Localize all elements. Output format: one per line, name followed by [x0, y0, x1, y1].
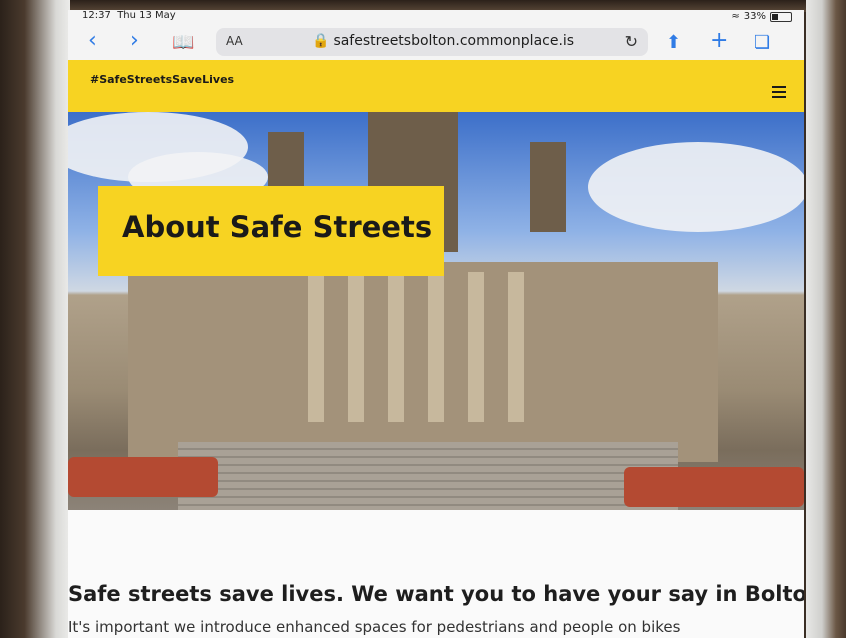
photo-right-edge: [806, 0, 846, 638]
text-size-button[interactable]: AA: [226, 34, 243, 48]
status-bar: 12:37 Thu 13 May ≈ 33%: [68, 10, 804, 24]
pillar: [308, 272, 324, 422]
page-headline: Safe streets save lives. We want you to …: [68, 582, 804, 606]
tablet-screen: 12:37 Thu 13 May ≈ 33% ‹ › 📖 AA 🔒 safestr…: [68, 10, 804, 638]
battery-icon: [770, 11, 792, 22]
chevron-left-icon[interactable]: ‹: [88, 30, 97, 52]
hero-image: About Safe Streets: [68, 112, 804, 510]
hero-title: About Safe Streets: [122, 210, 433, 244]
right-turret: [530, 142, 566, 232]
lock-icon: 🔒: [312, 33, 330, 49]
cloud-shape: [588, 142, 804, 232]
town-hall-building: [128, 262, 718, 462]
status-right-group: ≈ 33%: [731, 11, 792, 22]
reload-icon[interactable]: ↻: [625, 32, 638, 51]
chevron-right-icon[interactable]: ›: [130, 30, 139, 52]
site-header: #SafeStreetsSaveLives: [68, 60, 804, 112]
address-bar[interactable]: AA 🔒 safestreetsbolton.commonplace.is ↻: [216, 28, 648, 56]
tabs-icon[interactable]: ❏: [754, 32, 770, 54]
pillar: [428, 272, 444, 422]
hamburger-menu-icon[interactable]: [772, 86, 786, 101]
url-field[interactable]: 🔒 safestreetsbolton.commonplace.is: [312, 33, 574, 49]
plus-icon[interactable]: +: [710, 30, 728, 52]
content-section: Safe streets save lives. We want you to …: [68, 510, 804, 638]
pillar: [508, 272, 524, 422]
photo-left-edge: [0, 0, 70, 638]
pillar: [388, 272, 404, 422]
flower-bed: [68, 457, 218, 497]
hashtag-link[interactable]: #SafeStreetsSaveLives: [90, 73, 234, 86]
steps: [178, 442, 678, 510]
share-icon[interactable]: ⬆: [666, 32, 681, 54]
status-date: Thu 13 May: [117, 10, 176, 21]
url-text: safestreetsbolton.commonplace.is: [333, 33, 575, 49]
flower-bed: [624, 467, 804, 507]
pillar: [348, 272, 364, 422]
book-icon[interactable]: 📖: [172, 32, 194, 54]
left-turret: [268, 132, 304, 192]
pillar: [468, 272, 484, 422]
intro-paragraph: It's important we introduce enhanced spa…: [68, 618, 681, 636]
hero-title-box: About Safe Streets: [98, 186, 444, 276]
battery-percent: 33%: [743, 11, 766, 22]
wifi-icon: ≈: [731, 11, 740, 22]
status-time: 12:37 Thu 13 May: [82, 10, 176, 21]
browser-toolbar: ‹ › 📖 AA 🔒 safestreetsbolton.commonplace.…: [68, 24, 804, 61]
